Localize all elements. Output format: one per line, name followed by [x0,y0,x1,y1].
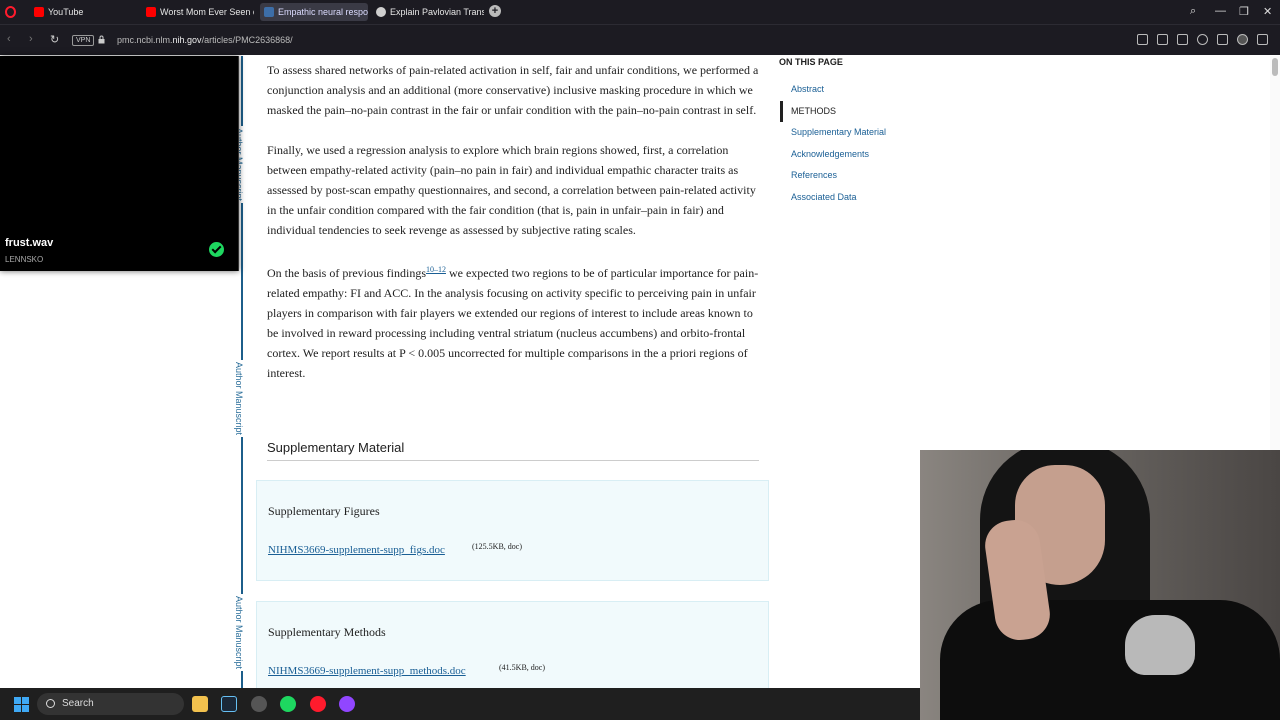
toc-heading: ON THIS PAGE [779,57,843,67]
search-icon [46,699,55,708]
webcam-overlay [920,450,1280,720]
supplement-box-figures: Supplementary Figures NIHMS3669-suppleme… [256,480,769,581]
supplement-file-meta: (125.5KB, doc) [472,542,522,551]
supplement-file-link[interactable]: NIHMS3669-supplement-supp_methods.doc [268,665,466,677]
toc-item-acknowledgements[interactable]: Acknowledgements [780,144,929,166]
file-explorer-icon[interactable] [192,696,208,712]
check-icon [209,242,224,257]
paragraph-text: On the basis of previous findings [267,266,426,280]
tab-label: Worst Mom Ever Seen on [160,7,254,17]
tab-worst-mom[interactable]: Worst Mom Ever Seen on [142,3,254,21]
url-field[interactable]: pmc.ncbi.nlm.nih.gov/articles/PMC2636868… [117,35,293,45]
toc-item-associated-data[interactable]: Associated Data [780,187,929,209]
toc-list: Abstract METHODS Supplementary Material … [779,79,929,209]
now-playing-title: frust.wav [5,237,54,249]
paragraph-regression: Finally, we used a regression analysis t… [267,143,756,237]
address-bar: ‹ › ↻ VPN pmc.ncbi.nlm.nih.gov/articles/… [0,24,1280,55]
toc-item-references[interactable]: References [780,165,929,187]
tab-empathic-neural[interactable]: Empathic neural respons [260,3,368,21]
youtube-icon [146,7,156,17]
scrollbar-thumb[interactable] [1272,58,1278,76]
supplement-heading: Supplementary Figures [268,504,380,518]
author-manuscript-label: Author Manuscript [234,594,244,672]
close-icon[interactable]: ✕ [1263,5,1272,18]
lock-icon[interactable] [98,35,105,44]
tab-label: Explain Pavlovian Transfer [390,7,484,17]
toc-item-abstract[interactable]: Abstract [780,79,929,101]
tab-youtube[interactable]: YouTube [30,3,140,21]
pmc-icon [264,7,274,17]
taskbar-search-label: Search [62,698,94,709]
taskbar-search[interactable]: Search [37,693,184,715]
url-domain: nih.gov [172,35,202,45]
url-prefix: pmc.ncbi.nlm. [117,35,173,45]
reference-link[interactable]: 10–12 [426,265,446,274]
profile-icon[interactable] [1237,34,1248,45]
reader-icon[interactable] [1137,34,1148,45]
new-tab-icon[interactable]: + [489,5,501,17]
supplement-file-meta: (41.5KB, doc) [499,663,545,672]
on-this-page-nav: ON THIS PAGE Abstract METHODS Supplement… [779,56,929,209]
supplement-heading: Supplementary Methods [268,625,386,639]
paragraph-previous-findings: On the basis of previous findings10–12 w… [267,260,759,383]
article-body: To assess shared networks of pain-relate… [267,60,759,403]
settings-app-icon[interactable] [251,696,267,712]
maximize-icon[interactable]: ❐ [1239,5,1249,18]
spotify-icon[interactable] [280,696,296,712]
section-title-supplementary: Supplementary Material [267,440,759,461]
heart-icon[interactable] [1197,34,1208,45]
paragraph-text: we expected two regions to be of particu… [267,266,759,380]
search-tabs-icon[interactable]: ⌕ [1190,5,1196,18]
snapshot-icon[interactable] [1157,34,1168,45]
tab-label: Empathic neural respons [278,7,368,17]
browser-toolbar-icons [1137,34,1268,45]
reload-icon[interactable]: ↻ [50,33,59,46]
toc-item-supplementary[interactable]: Supplementary Material [780,122,929,144]
chatgpt-icon [376,7,386,17]
forward-icon[interactable]: › [29,33,33,45]
now-playing-overlay: frust.wav LENNSKO [0,56,239,271]
shield-icon[interactable] [1177,34,1188,45]
now-playing-artist: LENNSKO [5,255,44,264]
minimize-icon[interactable]: — [1215,5,1226,17]
supplement-box-methods: Supplementary Methods NIHMS3669-suppleme… [256,601,769,691]
tab-pavlovian[interactable]: Explain Pavlovian Transfer [372,3,484,21]
youtube-icon [34,7,44,17]
back-icon[interactable]: ‹ [7,33,11,45]
windows-taskbar: Search [0,688,920,720]
opera-gx-icon[interactable] [310,696,326,712]
menu-icon[interactable] [1217,34,1228,45]
author-manuscript-label: Author Manuscript [234,360,244,438]
extensions-icon[interactable] [1257,34,1268,45]
windows-start-icon[interactable] [14,697,29,712]
url-path: /articles/PMC2636868/ [201,35,293,45]
browser-tab-bar: YouTube Worst Mom Ever Seen on Empathic … [0,0,1280,24]
toc-item-methods[interactable]: METHODS [780,100,929,123]
opera-logo-icon[interactable] [5,6,16,18]
steam-icon[interactable] [221,696,237,712]
paragraph-conjunction: To assess shared networks of pain-relate… [267,63,759,117]
vpn-badge[interactable]: VPN [72,35,95,46]
webcam-person-body [940,600,1280,720]
streaming-app-icon[interactable] [339,696,355,712]
tab-label: YouTube [48,7,84,17]
supplement-file-link[interactable]: NIHMS3669-supplement-supp_figs.doc [268,544,445,556]
webcam-shirt-skull-graphic [1125,615,1195,675]
